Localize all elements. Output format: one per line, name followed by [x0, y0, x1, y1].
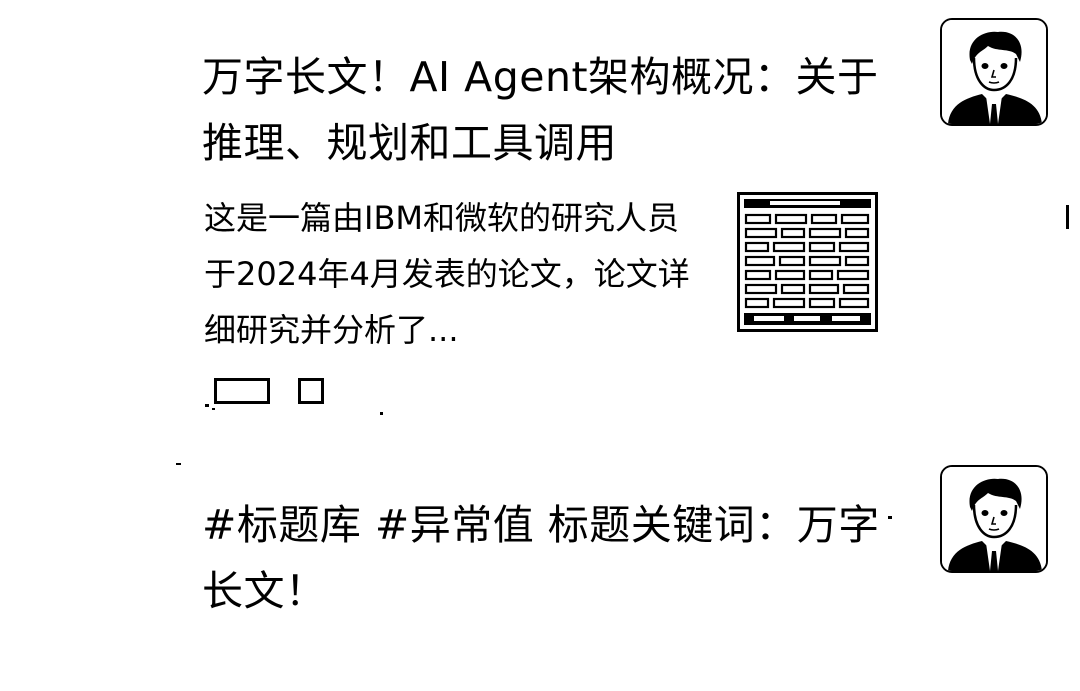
article-thumbnail[interactable]: [737, 192, 878, 332]
comment-button[interactable]: [214, 378, 270, 404]
article-title[interactable]: #标题库 #异常值 标题关键词：万字长文！: [202, 492, 892, 624]
author-avatar-icon: [942, 467, 1046, 571]
article-summary: 这是一篇由IBM和微软的研究人员于2024年4月发表的论文，论文详细研究并分析了…: [204, 199, 690, 349]
author-avatar-icon: [942, 20, 1046, 124]
share-button[interactable]: [298, 378, 324, 404]
article-title[interactable]: 万字长文！AI Agent架构概况：关于推理、规划和工具调用: [202, 44, 892, 176]
article-card[interactable]: #标题库 #异常值 标题关键词：万字长文！: [0, 445, 1080, 691]
author-avatar[interactable]: [940, 465, 1048, 573]
speck: [380, 412, 383, 415]
article-card[interactable]: 万字长文！AI Agent架构概况：关于推理、规划和工具调用 这是一篇由IBM和…: [0, 0, 1080, 440]
speck: [212, 408, 215, 410]
architecture-diagram-thumbnail-icon: [740, 195, 875, 329]
author-avatar[interactable]: [940, 18, 1048, 126]
scrollbar-edge[interactable]: [1066, 205, 1069, 229]
speck: [205, 404, 209, 407]
article-feed: 万字长文！AI Agent架构概况：关于推理、规划和工具调用 这是一篇由IBM和…: [0, 0, 1080, 691]
